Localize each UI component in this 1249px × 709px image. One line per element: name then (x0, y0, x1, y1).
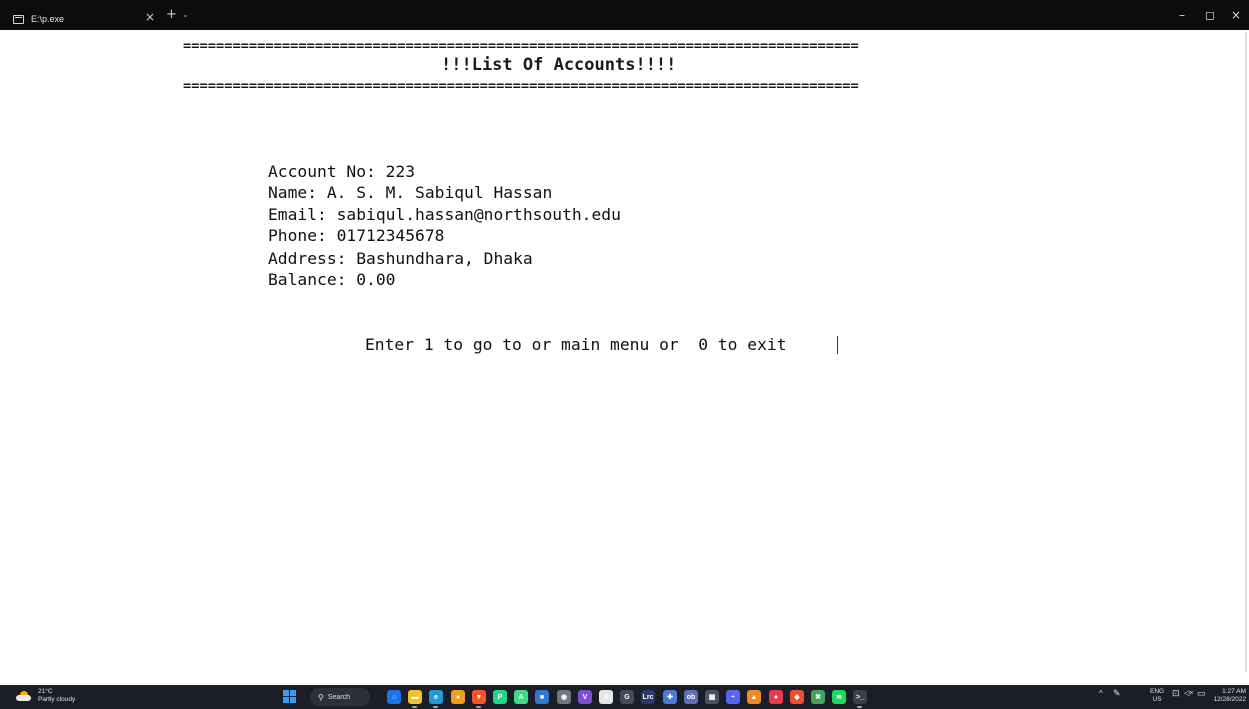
edge-icon[interactable]: e (429, 690, 443, 704)
display-icon[interactable]: ⊡ (1172, 689, 1180, 698)
heading: !!!List Of Accounts!!!! (441, 55, 677, 75)
tray-chevron-icon[interactable]: ^ (1099, 689, 1103, 698)
volume-muted-icon[interactable]: ◁× (1184, 689, 1193, 698)
app-icon-green[interactable]: ✖ (811, 690, 825, 704)
running-indicator (412, 706, 417, 708)
keyboard-layout: US (1152, 696, 1162, 703)
search-label: Search (327, 693, 351, 701)
running-indicator (476, 706, 481, 708)
tab-dropdown-icon[interactable]: ⌄ (182, 10, 189, 20)
pycharm-icon[interactable]: P (493, 690, 507, 704)
account-name: Name: A. S. M. Sabiqul Hassan (268, 183, 553, 202)
running-indicator (857, 706, 862, 708)
menu-prompt: Enter 1 to go to or main menu or 0 to ex… (365, 335, 797, 354)
app-icon-blue[interactable]: ✚ (663, 690, 677, 704)
app-icon-red[interactable]: ● (769, 690, 783, 704)
brave-icon[interactable]: ▼ (472, 690, 486, 704)
running-indicator (433, 706, 438, 708)
language-code: ENG (1150, 688, 1165, 695)
language-indicator[interactable]: ENG US (1150, 688, 1164, 704)
windows-start-icon[interactable] (283, 690, 297, 704)
visual-studio-icon[interactable]: V (578, 690, 592, 704)
android-studio-icon[interactable]: A (514, 690, 528, 704)
taskbar-search[interactable]: ⚲ Search (310, 688, 370, 706)
weather-widget[interactable]: 21°C Partly cloudy (16, 688, 75, 704)
taskbar: 21°C Partly cloudy ⚲ Search ○ ▬ e ● ▼ P A ■ ◉ V X G… (0, 685, 1249, 709)
tab-close-icon[interactable]: × (145, 10, 155, 24)
separator-bottom: ========================================… (183, 78, 859, 94)
text-cursor (837, 336, 838, 354)
ob-icon[interactable]: ob (684, 690, 698, 704)
calculator-icon[interactable]: ▦ (705, 690, 719, 704)
maximize-button[interactable]: ◻ (1200, 9, 1220, 21)
discord-icon[interactable]: ◓ (726, 690, 740, 704)
separator-top: ========================================… (183, 38, 859, 54)
vlc-icon[interactable]: ▲ (747, 690, 761, 704)
github-icon[interactable]: ◉ (557, 690, 571, 704)
terminal-tab-icon (13, 14, 24, 24)
account-email: Email: sabiqul.hassan@northsouth.edu (268, 205, 621, 224)
tab-title: E:\p.exe (31, 14, 65, 24)
codeblocks-icon[interactable]: G (620, 690, 634, 704)
weather-temperature: 21°C (38, 688, 53, 695)
tab-active[interactable]: E:\p.exe × (7, 8, 159, 30)
account-phone: Phone: 01712345678 (268, 226, 445, 245)
account-address: Address: Bashundhara, Dhaka (268, 249, 533, 268)
close-button[interactable]: × (1226, 9, 1246, 21)
account-number: Account No: 223 (268, 162, 416, 181)
terminal-icon[interactable]: >_ (853, 690, 867, 704)
pen-icon[interactable]: ✎ (1113, 689, 1121, 698)
cortana-icon[interactable]: ○ (387, 690, 401, 704)
file-explorer-icon[interactable]: ▬ (408, 690, 422, 704)
account-balance: Balance: 0.00 (268, 270, 396, 289)
xbox-icon[interactable]: X (599, 690, 613, 704)
new-tab-button[interactable]: + (166, 8, 177, 21)
search-icon: ⚲ (318, 692, 324, 702)
partly-cloudy-icon (16, 691, 32, 701)
clock[interactable]: 1:27 AM 12/28/2022 (1204, 688, 1246, 704)
clock-date: 12/28/2022 (1213, 696, 1246, 703)
scrollbar[interactable] (1245, 32, 1247, 672)
weather-description: Partly cloudy (38, 696, 76, 703)
chrome-icon[interactable]: ● (451, 690, 465, 704)
clock-time: 1:27 AM (1222, 688, 1246, 695)
lightroom-icon[interactable]: Lrc (641, 690, 655, 704)
title-bar: E:\p.exe × + ⌄ – ◻ × (0, 0, 1249, 30)
spotify-icon[interactable]: ≋ (832, 690, 846, 704)
git-icon[interactable]: ◆ (790, 690, 804, 704)
console-output[interactable]: ========================================… (0, 30, 1249, 685)
minimize-button[interactable]: – (1172, 9, 1192, 21)
calendar-app-icon[interactable]: ■ (535, 690, 549, 704)
